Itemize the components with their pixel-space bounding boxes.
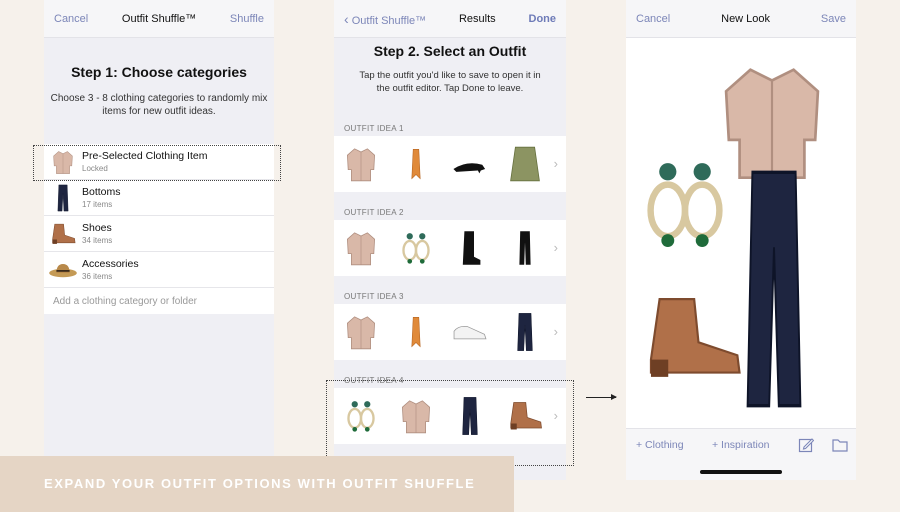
category-item-shoes[interactable]: Shoes 34 items	[44, 216, 274, 252]
shuffle-button[interactable]: Shuffle	[230, 13, 264, 25]
outfit-idea-row[interactable]: ›	[334, 220, 566, 276]
outfit-idea-row[interactable]: ›	[334, 136, 566, 192]
nav-bar: ‹ Outfit Shuffle™ Results Done	[334, 0, 566, 38]
arrow-icon	[586, 394, 617, 400]
add-category-input[interactable]: Add a clothing category or folder	[44, 288, 274, 314]
outfit-canvas[interactable]	[626, 38, 856, 428]
category-meta: 36 items	[82, 272, 113, 281]
folder-icon[interactable]	[832, 438, 848, 452]
add-clothing-button[interactable]: + Clothing	[636, 439, 684, 451]
save-button[interactable]: Save	[821, 13, 846, 25]
chevron-right-icon: ›	[553, 324, 558, 339]
blouse-icon	[342, 309, 380, 355]
add-inspiration-button[interactable]: + Inspiration	[712, 439, 770, 451]
tall-boot-icon	[451, 225, 489, 271]
category-item-accessories[interactable]: Accessories 36 items	[44, 252, 274, 288]
scarf-icon	[397, 309, 435, 355]
chevron-left-icon: ‹	[344, 10, 349, 27]
back-label: Outfit Shuffle™	[351, 14, 427, 27]
selection-highlight	[33, 145, 281, 181]
new-look-screen: Cancel New Look Save + Clothing + Inspir…	[626, 0, 856, 480]
category-name: Shoes	[82, 222, 112, 234]
nav-title: Results	[458, 12, 496, 25]
scarf-icon	[397, 141, 435, 187]
boot-icon	[44, 216, 82, 252]
blouse-icon	[342, 141, 380, 187]
blouse-icon	[342, 225, 380, 271]
cancel-button[interactable]: Cancel	[636, 13, 670, 25]
idea-label: OUTFIT IDEA 1	[344, 124, 404, 133]
sneaker-icon	[451, 309, 489, 355]
idea-label: OUTFIT IDEA 3	[344, 292, 404, 301]
jeans-icon	[44, 180, 82, 216]
edit-icon[interactable]	[798, 437, 814, 453]
chevron-right-icon: ›	[553, 156, 558, 171]
category-name: Accessories	[82, 258, 139, 270]
promo-banner: EXPAND YOUR OUTFIT OPTIONS WITH OUTFIT S…	[0, 456, 514, 512]
editor-toolbar: + Clothing + Inspiration	[626, 428, 856, 480]
categories-screen: Cancel Outfit Shuffle™ Shuffle Step 1: C…	[44, 0, 274, 480]
banner-text: EXPAND YOUR OUTFIT OPTIONS WITH OUTFIT S…	[44, 476, 476, 491]
home-indicator	[700, 470, 782, 474]
category-meta: 17 items	[82, 200, 113, 209]
nav-title: Outfit Shuffle™	[121, 12, 197, 25]
category-item-bottoms[interactable]: Bottoms 17 items	[44, 180, 274, 216]
nav-bar: Cancel Outfit Shuffle™ Shuffle	[44, 0, 274, 38]
idea-label: OUTFIT IDEA 2	[344, 208, 404, 217]
outfit-idea-row[interactable]: ›	[334, 304, 566, 360]
heel-icon	[451, 141, 489, 187]
pants-icon	[506, 225, 544, 271]
page-title: Step 2. Select an Outfit	[373, 43, 527, 59]
hat-icon	[44, 252, 82, 288]
category-name: Bottoms	[82, 186, 121, 198]
selection-highlight	[326, 380, 574, 466]
jeans-icon[interactable]	[738, 164, 810, 414]
boot-icon[interactable]	[638, 292, 746, 384]
skirt-icon	[506, 141, 544, 187]
done-button[interactable]: Done	[529, 13, 557, 25]
page-title: Step 1: Choose categories	[71, 64, 247, 80]
earrings-icon[interactable]	[642, 142, 728, 266]
chevron-right-icon: ›	[553, 240, 558, 255]
earrings-icon	[397, 225, 435, 271]
page-subtitle: Tap the outfit you'd like to save to ope…	[359, 70, 541, 94]
nav-title: New Look	[721, 12, 771, 25]
page-subtitle: Choose 3 - 8 clothing categories to rand…	[50, 93, 268, 117]
category-meta: 34 items	[82, 236, 113, 245]
nav-bar: Cancel New Look Save	[626, 0, 856, 38]
back-button[interactable]: ‹ Outfit Shuffle™	[344, 11, 426, 27]
cancel-button[interactable]: Cancel	[54, 13, 88, 25]
jeans-icon	[506, 309, 544, 355]
